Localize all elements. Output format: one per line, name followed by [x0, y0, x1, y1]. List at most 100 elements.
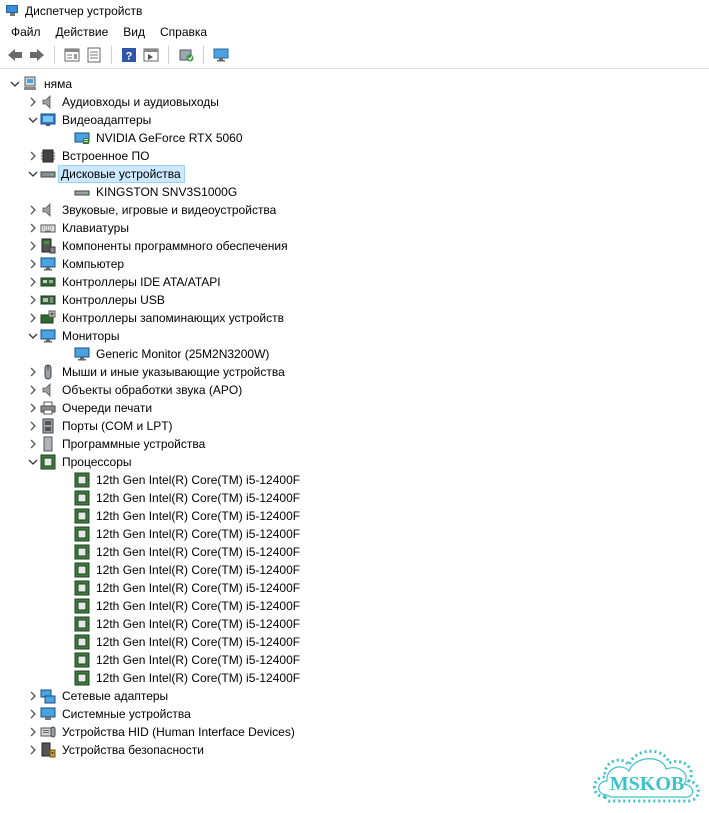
tree-category[interactable]: Звуковые, игровые и видеоустройства [0, 201, 709, 219]
tree-root[interactable]: няма [0, 75, 709, 93]
tree-device[interactable]: 12th Gen Intel(R) Core(TM) i5-12400F [0, 471, 709, 489]
tree-category[interactable]: Мониторы [0, 327, 709, 345]
tree-device[interactable]: 12th Gen Intel(R) Core(TM) i5-12400F [0, 543, 709, 561]
tree-device[interactable]: 12th Gen Intel(R) Core(TM) i5-12400F [0, 489, 709, 507]
tree-item-label: 12th Gen Intel(R) Core(TM) i5-12400F [96, 635, 301, 649]
collapsed-chevron-icon[interactable] [26, 219, 40, 237]
collapsed-chevron-icon[interactable] [26, 381, 40, 399]
tree-category[interactable]: Мыши и иные указывающие устройства [0, 363, 709, 381]
toolbar-separator [111, 46, 112, 64]
expanded-chevron-icon[interactable] [8, 75, 22, 93]
tree-item-label: 12th Gen Intel(R) Core(TM) i5-12400F [96, 527, 301, 541]
tree-category[interactable]: Контроллеры IDE ATA/ATAPI [0, 273, 709, 291]
speaker-icon [40, 94, 56, 110]
collapsed-chevron-icon[interactable] [26, 147, 40, 165]
tree-device[interactable]: 12th Gen Intel(R) Core(TM) i5-12400F [0, 615, 709, 633]
tree-category[interactable]: Аудиовходы и аудиовыходы [0, 93, 709, 111]
tree-category[interactable]: Компоненты программного обеспечения [0, 237, 709, 255]
collapsed-chevron-icon[interactable] [26, 705, 40, 723]
collapsed-chevron-icon[interactable] [26, 723, 40, 741]
storage-controller-icon [40, 310, 56, 326]
collapsed-chevron-icon[interactable] [26, 273, 40, 291]
tree-device[interactable]: 12th Gen Intel(R) Core(TM) i5-12400F [0, 525, 709, 543]
collapsed-chevron-icon[interactable] [26, 417, 40, 435]
collapsed-chevron-icon[interactable] [26, 255, 40, 273]
menu-action[interactable]: Действие [49, 25, 117, 39]
expanded-chevron-icon[interactable] [26, 327, 40, 345]
tree-category[interactable]: Видеоадаптеры [0, 111, 709, 129]
collapsed-chevron-icon[interactable] [26, 291, 40, 309]
tree-category[interactable]: Встроенное ПО [0, 147, 709, 165]
tree-item-label: Объекты обработки звука (APO) [62, 383, 243, 397]
collapsed-chevron-icon[interactable] [26, 93, 40, 111]
tree-item-label: Очереди печати [62, 401, 153, 415]
tree-device[interactable]: KINGSTON SNV3S1000G [0, 183, 709, 201]
tree-device[interactable]: 12th Gen Intel(R) Core(TM) i5-12400F [0, 633, 709, 651]
tree-category[interactable]: Компьютер [0, 255, 709, 273]
menu-help[interactable]: Справка [153, 25, 215, 39]
collapsed-chevron-icon[interactable] [26, 687, 40, 705]
tree-device[interactable]: 12th Gen Intel(R) Core(TM) i5-12400F [0, 561, 709, 579]
scan-hardware-icon[interactable] [142, 46, 160, 64]
tree-category[interactable]: Порты (COM и LPT) [0, 417, 709, 435]
disk-drive-icon [40, 166, 56, 182]
forward-arrow-icon[interactable] [28, 46, 46, 64]
network-adapter-icon [40, 688, 56, 704]
tree-item-label: Клавиатуры [62, 221, 129, 235]
tree-device[interactable]: 12th Gen Intel(R) Core(TM) i5-12400F [0, 507, 709, 525]
tree-category[interactable]: Дисковые устройства [0, 165, 709, 183]
collapsed-chevron-icon[interactable] [26, 237, 40, 255]
back-arrow-icon[interactable] [6, 46, 24, 64]
display-card-icon [74, 130, 90, 146]
mskob-watermark: MSKOB [593, 749, 700, 803]
tree-item-label: 12th Gen Intel(R) Core(TM) i5-12400F [96, 671, 301, 685]
tree-item-label: Дисковые устройства [58, 165, 185, 183]
tree-device[interactable]: 12th Gen Intel(R) Core(TM) i5-12400F [0, 579, 709, 597]
expanded-chevron-icon[interactable] [26, 453, 40, 471]
collapsed-chevron-icon[interactable] [26, 201, 40, 219]
expanded-chevron-icon[interactable] [26, 111, 40, 129]
tree-category[interactable]: Программные устройства [0, 435, 709, 453]
tree-device[interactable]: NVIDIA GeForce RTX 5060 [0, 129, 709, 147]
device-tree: няма Аудиовходы и аудиовыходы Видеоадаптер… [0, 75, 709, 813]
svg-text:?: ? [126, 51, 133, 63]
tree-item-label: Системные устройства [62, 707, 191, 721]
tree-category[interactable]: Процессоры [0, 453, 709, 471]
collapsed-chevron-icon[interactable] [26, 309, 40, 327]
tree-device[interactable]: 12th Gen Intel(R) Core(TM) i5-12400F [0, 597, 709, 615]
toolbar-separator [168, 46, 169, 64]
menu-view[interactable]: Вид [116, 25, 153, 39]
tree-category[interactable]: Сетевые адаптеры [0, 687, 709, 705]
tree-category[interactable]: Контроллеры запоминающих устройств [0, 309, 709, 327]
monitor-icon[interactable] [212, 46, 230, 64]
device-icon[interactable] [177, 46, 195, 64]
tree-device[interactable]: 12th Gen Intel(R) Core(TM) i5-12400F [0, 669, 709, 687]
watermark-text: MSKOB [610, 773, 684, 795]
update-driver-icon[interactable] [85, 46, 103, 64]
tree-item-label: Аудиовходы и аудиовыходы [62, 95, 219, 109]
ide-controller-icon [40, 274, 56, 290]
port-icon [40, 418, 56, 434]
collapsed-chevron-icon[interactable] [26, 363, 40, 381]
tree-category[interactable]: Объекты обработки звука (APO) [0, 381, 709, 399]
usb-controller-icon [40, 292, 56, 308]
device-manager-icon [6, 5, 20, 17]
collapsed-chevron-icon[interactable] [26, 435, 40, 453]
tree-item-label: Видеоадаптеры [62, 113, 152, 127]
processor-icon [74, 670, 90, 686]
tree-category[interactable]: Системные устройства [0, 705, 709, 723]
tree-category[interactable]: Очереди печати [0, 399, 709, 417]
tree-item-label: Устройства HID (Human Interface Devices) [62, 725, 295, 739]
tree-category[interactable]: Контроллеры USB [0, 291, 709, 309]
tree-item-label: Контроллеры USB [62, 293, 165, 307]
software-device-icon [40, 436, 56, 452]
properties-icon[interactable] [63, 46, 81, 64]
collapsed-chevron-icon[interactable] [26, 741, 40, 759]
collapsed-chevron-icon[interactable] [26, 399, 40, 417]
tree-device[interactable]: 12th Gen Intel(R) Core(TM) i5-12400F [0, 651, 709, 669]
tree-category[interactable]: Клавиатуры [0, 219, 709, 237]
menu-file[interactable]: Файл [4, 25, 49, 39]
tree-device[interactable]: Generic Monitor (25M2N3200W) [0, 345, 709, 363]
help-icon[interactable]: ? [120, 46, 138, 64]
expanded-chevron-icon[interactable] [26, 165, 40, 183]
